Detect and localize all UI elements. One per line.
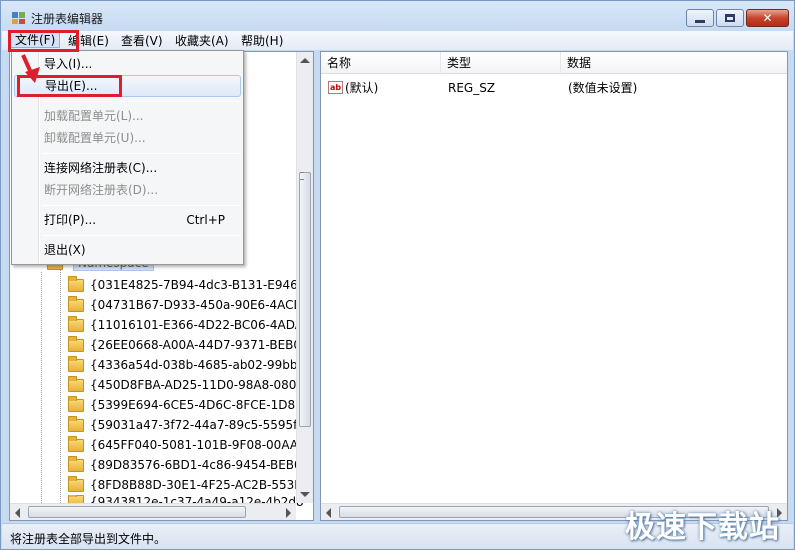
folder-icon bbox=[68, 475, 84, 492]
tree-node[interactable]: {04731B67-D933-450a-90E6-4ACD2I bbox=[68, 295, 303, 315]
window-title: 注册表编辑器 bbox=[31, 12, 104, 26]
tree-node[interactable]: {11016101-E366-4D22-BC06-4ADA3 bbox=[68, 315, 303, 335]
highlight-box-file-menu bbox=[8, 30, 79, 52]
pointer-arrow-icon bbox=[21, 54, 40, 83]
column-name-header[interactable]: 名称 bbox=[321, 52, 441, 74]
tree-node-label: {450D8FBA-AD25-11D0-98A8-08003 bbox=[90, 378, 303, 392]
tree-node[interactable]: {450D8FBA-AD25-11D0-98A8-08003 bbox=[68, 375, 303, 395]
tree-node[interactable]: {4336a54d-038b-4685-ab02-99bb52 bbox=[68, 355, 303, 375]
folder-icon bbox=[68, 355, 84, 372]
tree-node-label: {4336a54d-038b-4685-ab02-99bb52 bbox=[90, 358, 303, 372]
folder-icon bbox=[68, 435, 84, 452]
watermark-logo: 极速下载站 bbox=[625, 510, 780, 545]
maximize-icon bbox=[717, 10, 743, 26]
tree-vertical-scrollbar[interactable] bbox=[296, 52, 313, 503]
folder-icon bbox=[68, 275, 84, 292]
tree-node-label: {645FF040-5081-101B-9F08-00AA002 bbox=[90, 438, 303, 452]
tree-node[interactable]: {26EE0668-A00A-44D7-9371-BEB064 bbox=[68, 335, 303, 355]
caption-buttons: ✕ bbox=[684, 9, 789, 27]
grip-icon bbox=[300, 172, 304, 180]
menu-item-unload-hive: 卸载配置单元(U)... bbox=[44, 131, 146, 145]
tree-horizontal-scrollbar[interactable] bbox=[10, 503, 296, 520]
tree-node[interactable]: {59031a47-3f72-44a7-89c5-5595fe6 bbox=[68, 415, 303, 435]
shortcut-label: Ctrl+P bbox=[186, 213, 225, 227]
menu-help[interactable]: 帮助(H) bbox=[237, 33, 287, 49]
minimize-button[interactable] bbox=[686, 9, 714, 27]
column-type-header[interactable]: 类型 bbox=[441, 52, 561, 74]
scroll-thumb[interactable] bbox=[299, 172, 311, 427]
maximize-button[interactable] bbox=[716, 9, 744, 27]
scroll-left-icon[interactable] bbox=[15, 508, 20, 518]
regedit-window: 注册表编辑器 ✕ 文件(F) 编辑(E) 查看(V) 收藏夹(A) 帮助(H) … bbox=[0, 0, 795, 550]
tree-node-label: {04731B67-D933-450a-90E6-4ACD2I bbox=[90, 298, 303, 312]
scroll-left-icon[interactable] bbox=[326, 508, 331, 518]
scroll-right-icon[interactable] bbox=[286, 508, 291, 518]
close-icon: ✕ bbox=[762, 11, 773, 25]
value-type: REG_SZ bbox=[448, 81, 496, 95]
value-row[interactable]: ab (默认) REG_SZ (数值未设置) bbox=[321, 78, 787, 98]
tree-guide-line bbox=[41, 272, 42, 522]
regedit-app-icon bbox=[12, 12, 25, 24]
folder-icon bbox=[68, 315, 84, 332]
close-button[interactable]: ✕ bbox=[746, 9, 789, 27]
tree-node-label: {5399E694-6CE5-4D6C-8FCE-1D887C bbox=[90, 398, 303, 412]
values-list-pane[interactable]: 名称 类型 数据 ab (默认) REG_SZ (数值未设置) bbox=[320, 51, 788, 521]
menu-item-label: 打印(P)... bbox=[44, 213, 97, 227]
tree-node-label: {11016101-E366-4D22-BC06-4ADA3 bbox=[90, 318, 303, 332]
menu-item-disconnect-network: 断开网络注册表(D)... bbox=[44, 183, 159, 197]
menu-item-connect-network[interactable]: 连接网络注册表(C)... bbox=[14, 157, 241, 179]
menu-separator bbox=[42, 205, 241, 206]
tree-node[interactable]: {89D83576-6BD1-4c86-9454-BEB04E bbox=[68, 455, 303, 475]
value-name: (默认) bbox=[345, 81, 379, 95]
tree-node[interactable]: {5399E694-6CE5-4D6C-8FCE-1D887C bbox=[68, 395, 303, 415]
folder-icon bbox=[68, 455, 84, 472]
scroll-down-icon[interactable] bbox=[300, 492, 310, 497]
scroll-thumb[interactable] bbox=[28, 506, 246, 518]
minimize-icon bbox=[687, 10, 713, 26]
scroll-up-icon[interactable] bbox=[300, 58, 310, 63]
tree-node[interactable]: {031E4825-7B94-4dc3-B131-E946B4 bbox=[68, 275, 303, 295]
folder-icon bbox=[68, 335, 84, 352]
menu-item-exit[interactable]: 退出(X) bbox=[14, 239, 241, 261]
menu-favorites[interactable]: 收藏夹(A) bbox=[171, 33, 233, 49]
menu-view[interactable]: 查看(V) bbox=[117, 33, 167, 49]
string-value-icon: ab bbox=[328, 81, 343, 94]
tree-children: {031E4825-7B94-4dc3-B131-E946B4 {04731B6… bbox=[68, 275, 303, 507]
tree-node-label: {59031a47-3f72-44a7-89c5-5595fe6 bbox=[90, 418, 303, 432]
menu-separator bbox=[42, 101, 241, 102]
tree-node-label: {8FD8B88D-30E1-4F25-AC2B-553D3 bbox=[90, 478, 303, 492]
tree-node-label: {89D83576-6BD1-4c86-9454-BEB04E bbox=[90, 458, 303, 472]
value-data: (数值未设置) bbox=[568, 81, 638, 95]
menu-bar: 文件(F) 编辑(E) 查看(V) 收藏夹(A) 帮助(H) bbox=[2, 31, 793, 50]
folder-icon bbox=[68, 295, 84, 312]
folder-icon bbox=[68, 395, 84, 412]
column-data-header[interactable]: 数据 bbox=[561, 52, 789, 74]
tree-node-label: {26EE0668-A00A-44D7-9371-BEB064 bbox=[90, 338, 303, 352]
tree-node[interactable]: {8FD8B88D-30E1-4F25-AC2B-553D3 bbox=[68, 475, 303, 495]
tree-node[interactable]: {645FF040-5081-101B-9F08-00AA002 bbox=[68, 435, 303, 455]
menu-separator bbox=[42, 153, 241, 154]
folder-icon bbox=[68, 415, 84, 432]
menu-separator bbox=[42, 235, 241, 236]
folder-icon bbox=[68, 375, 84, 392]
tree-node-label: {031E4825-7B94-4dc3-B131-E946B4 bbox=[90, 278, 303, 292]
menu-item-load-hive: 加载配置单元(L)... bbox=[44, 109, 144, 123]
list-header: 名称 类型 数据 bbox=[321, 52, 787, 74]
tree-guide-line bbox=[60, 270, 61, 520]
title-bar[interactable]: 注册表编辑器 ✕ bbox=[1, 1, 794, 31]
menu-item-print[interactable]: 打印(P)... Ctrl+P bbox=[14, 209, 241, 231]
status-text: 将注册表全部导出到文件中。 bbox=[10, 532, 167, 546]
